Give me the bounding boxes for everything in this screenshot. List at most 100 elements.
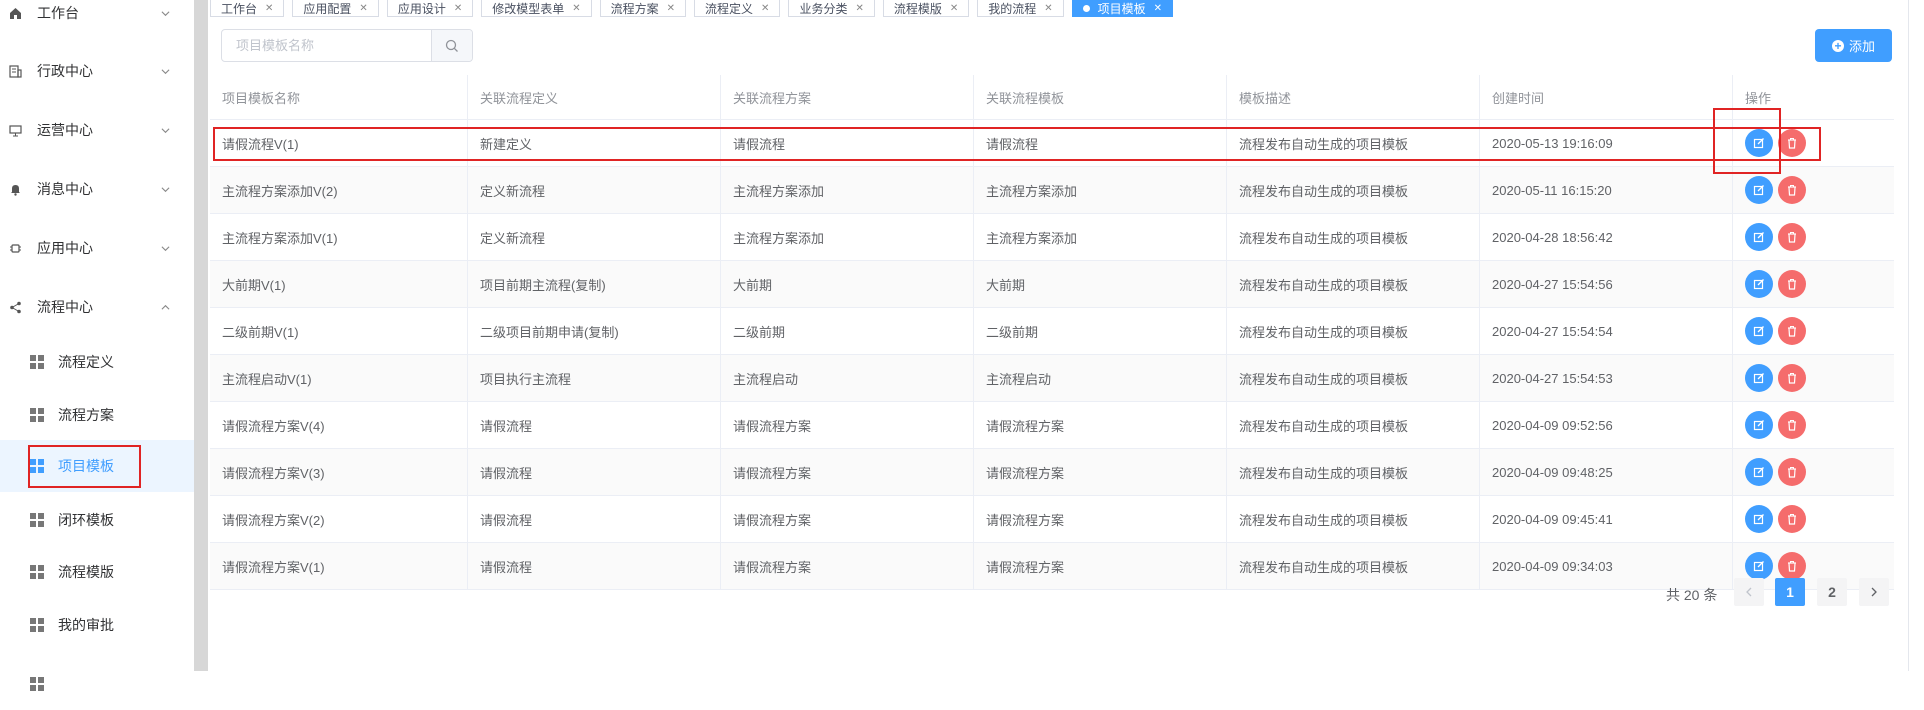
tab-process-scheme[interactable]: 流程方案 ✕ [599,0,687,17]
submenu-my-approval[interactable]: 我的审批 [0,599,194,651]
delete-button[interactable] [1778,364,1806,392]
table-cell: 2020-04-09 09:52:56 [1480,402,1733,448]
menu-process-center[interactable]: 流程中心 [0,287,194,327]
templates-table: 项目模板名称 关联流程定义 关联流程方案 关联流程模板 模板描述 创建时间 操作… [210,75,1894,590]
table-cell: 2020-05-13 19:16:09 [1480,120,1733,166]
page-1-button[interactable]: 1 [1775,578,1805,606]
row-actions [1733,167,1894,213]
chevron-down-icon [161,186,170,192]
grid-icon [30,618,44,632]
close-icon[interactable]: ✕ [1154,2,1162,16]
delete-button[interactable] [1778,176,1806,204]
menu-workbench[interactable]: 工作台 [0,0,194,33]
submenu-process-model[interactable]: 流程模版 [0,546,194,598]
add-button[interactable]: + 添加 [1815,29,1892,62]
chevron-down-icon [161,68,170,74]
delete-button[interactable] [1778,317,1806,345]
search-input[interactable] [222,30,431,61]
delete-button[interactable] [1778,411,1806,439]
menu-admin-center[interactable]: 行政中心 [0,51,194,91]
submenu-label: 我的审批 [58,617,114,633]
tab-edit-model-form[interactable]: 修改模型表单 ✕ [481,0,592,17]
table-cell: 主流程方案添加V(1) [210,214,468,260]
menu-message-center[interactable]: 消息中心 [0,169,194,209]
edit-button[interactable] [1745,505,1773,533]
search-button[interactable] [430,30,472,61]
add-button-label: 添加 [1848,39,1875,54]
prev-page-button[interactable] [1734,578,1764,606]
table-cell: 主流程启动 [974,355,1227,401]
close-icon[interactable]: ✕ [950,2,958,16]
chevron-down-icon [161,10,170,16]
delete-button[interactable] [1778,458,1806,486]
edit-button[interactable] [1745,129,1773,157]
close-icon[interactable]: ✕ [761,2,769,16]
table-cell: 主流程方案添加V(2) [210,167,468,213]
table-cell: 大前期 [974,261,1227,307]
tab-process-definition[interactable]: 流程定义 ✕ [694,0,781,17]
edit-button[interactable] [1745,317,1773,345]
trash-icon [1788,420,1796,431]
table-cell: 项目前期主流程(复制) [468,261,721,307]
delete-button[interactable] [1778,552,1806,580]
submenu-process-definition[interactable]: 流程定义 [0,336,194,388]
edit-button[interactable] [1745,458,1773,486]
tab-app-design[interactable]: 应用设计 ✕ [386,0,474,17]
close-icon[interactable]: ✕ [359,2,367,16]
table-cell: 2020-04-09 09:34:03 [1480,543,1733,589]
tab-app-config[interactable]: 应用配置 ✕ [292,0,379,17]
edit-icon [1753,279,1764,290]
trash-icon [1788,373,1796,384]
table-cell: 请假流程 [721,120,974,166]
sidebar: 工作台 行政中心 运营中心 消息中心 应用中心 流程中心 流程定义 流程方案 项… [0,0,194,691]
close-icon[interactable]: ✕ [454,2,462,16]
tab-workbench[interactable]: 工作台 ✕ [210,0,285,17]
submenu-project-template[interactable]: 项目模板 [0,440,194,492]
tab-label: 应用配置 [303,2,352,16]
trash-icon [1788,138,1796,149]
edit-button[interactable] [1745,176,1773,204]
table-cell: 请假流程方案 [721,402,974,448]
menu-label: 应用中心 [37,240,93,256]
delete-button[interactable] [1778,129,1806,157]
menu-operation-center[interactable]: 运营中心 [0,110,194,150]
delete-button[interactable] [1778,270,1806,298]
table-cell: 请假流程 [468,402,721,448]
menu-label: 流程中心 [37,299,93,315]
tab-my-process[interactable]: 我的流程 ✕ [977,0,1064,17]
edit-button[interactable] [1745,364,1773,392]
table-cell: 主流程方案添加 [721,167,974,213]
table-row: 请假流程方案V(3) 请假流程 请假流程方案 请假流程方案 流程发布自动生成的项目模板 2… [210,449,1894,496]
close-icon[interactable]: ✕ [855,2,863,16]
column-header: 关联流程模板 [974,75,1227,119]
submenu-closed-loop-template[interactable]: 闭环模板 [0,494,194,546]
table-row: 主流程方案添加V(1) 定义新流程 主流程方案添加 主流程方案添加 流程发布自动生成的项… [210,214,1894,261]
menu-app-center[interactable]: 应用中心 [0,228,194,268]
table-cell: 请假流程 [468,543,721,589]
table-cell: 请假流程方案V(2) [210,496,468,542]
chevron-down-icon [161,127,170,133]
delete-button[interactable] [1778,223,1806,251]
submenu-process-scheme[interactable]: 流程方案 [0,389,194,441]
page-2-button[interactable]: 2 [1817,578,1847,606]
edit-button[interactable] [1745,270,1773,298]
close-icon[interactable]: ✕ [667,2,675,16]
submenu-more[interactable] [0,658,194,710]
close-icon[interactable]: ✕ [265,2,273,16]
table-cell: 二级项目前期申请(复制) [468,308,721,354]
tab-process-model[interactable]: 流程模版 ✕ [882,0,970,17]
next-page-button[interactable] [1859,578,1889,606]
edit-icon [1753,467,1764,478]
tab-business-category[interactable]: 业务分类 ✕ [788,0,875,17]
edit-button[interactable] [1745,223,1773,251]
tab-project-template[interactable]: 项目模板 ✕ [1071,0,1174,17]
edit-button[interactable] [1745,411,1773,439]
delete-button[interactable] [1778,505,1806,533]
menu-label: 行政中心 [37,63,93,79]
trash-icon [1788,514,1796,525]
edit-button[interactable] [1745,552,1773,580]
close-icon[interactable]: ✕ [572,2,580,16]
table-cell: 2020-04-28 18:56:42 [1480,214,1733,260]
table-row: 二级前期V(1) 二级项目前期申请(复制) 二级前期 二级前期 流程发布自动生成的项目模… [210,308,1894,355]
close-icon[interactable]: ✕ [1044,2,1052,16]
